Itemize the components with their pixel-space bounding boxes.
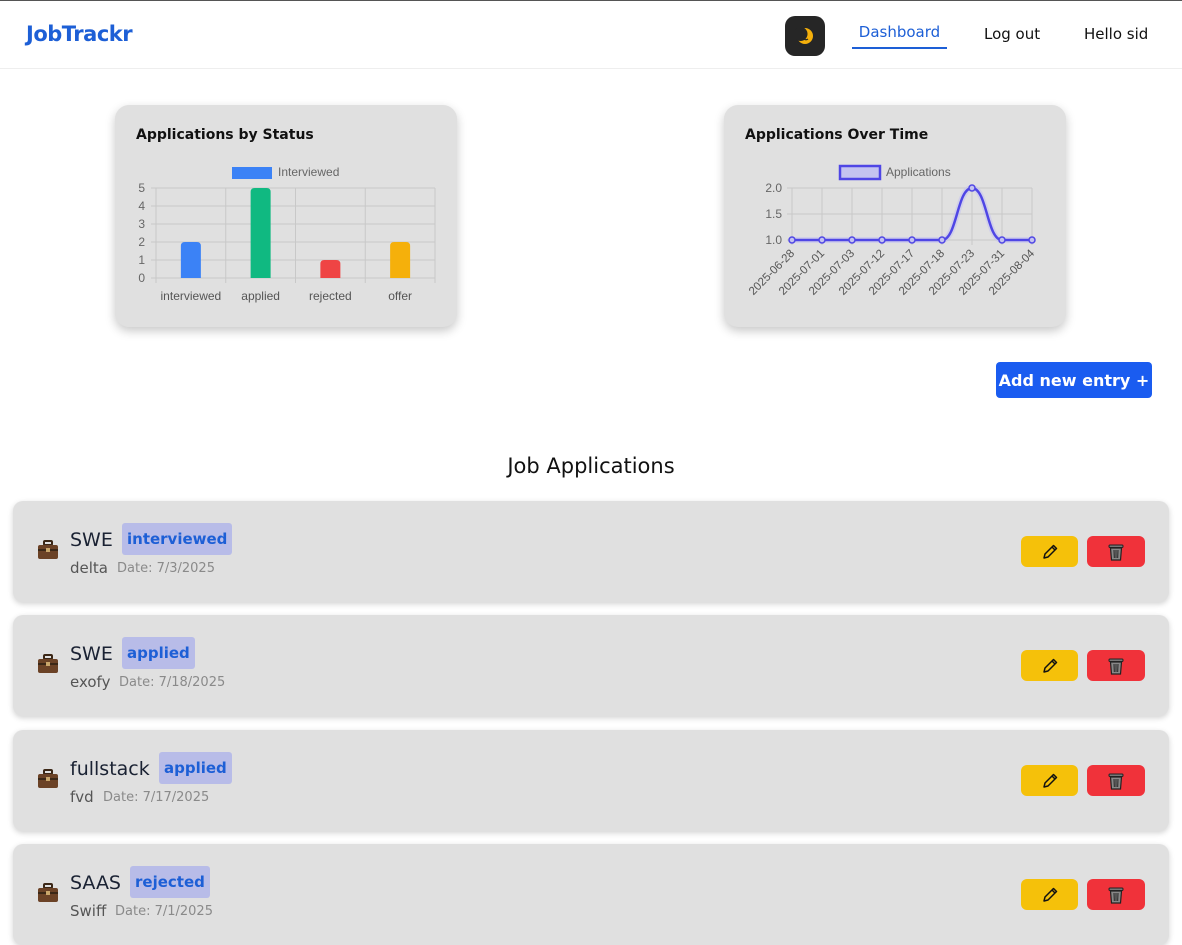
job-date: Date: 7/17/2025 <box>103 790 209 805</box>
delete-button[interactable] <box>1087 650 1145 681</box>
x-tick-label: interviewed <box>161 289 222 303</box>
job-company: fvd <box>70 788 94 806</box>
status-chart-card: Applications by Status Interviewed012345… <box>115 105 457 327</box>
x-tick-label: offer <box>388 289 412 303</box>
bar-applied <box>251 188 271 278</box>
edit-button[interactable] <box>1021 536 1078 567</box>
y-tick-label: 2 <box>138 235 145 249</box>
data-point <box>1029 237 1035 243</box>
briefcase-icon <box>37 654 59 674</box>
edit-button[interactable] <box>1021 650 1078 681</box>
job-title: SWE <box>70 643 113 665</box>
job-date: Date: 7/18/2025 <box>119 675 225 690</box>
data-point <box>849 237 855 243</box>
job-title: SWE <box>70 529 113 551</box>
pencil-icon <box>1041 657 1059 675</box>
legend-label: Interviewed <box>278 165 339 179</box>
x-tick-label: applied <box>241 289 280 303</box>
job-card: SWE interviewed delta Date: 7/3/2025 <box>13 501 1169 602</box>
y-tick-label: 1.5 <box>765 207 782 221</box>
edit-button[interactable] <box>1021 879 1078 910</box>
pencil-icon <box>1041 886 1059 904</box>
data-point <box>939 237 945 243</box>
x-tick-label: rejected <box>309 289 352 303</box>
job-title: SAAS <box>70 872 121 894</box>
status-badge: applied <box>122 637 195 669</box>
job-title: fullstack <box>70 758 150 780</box>
briefcase-icon <box>37 883 59 903</box>
pencil-icon <box>1041 772 1059 790</box>
time-line-chart: Applications1.01.52.02025-06-282025-07-0… <box>724 105 1066 327</box>
job-company: exofy <box>70 673 110 691</box>
y-tick-label: 4 <box>138 199 145 213</box>
bar-rejected <box>320 260 340 278</box>
job-card: SAAS rejected Swiff Date: 7/1/2025 <box>13 844 1169 945</box>
y-tick-label: 0 <box>138 271 145 285</box>
legend-label: Applications <box>886 165 951 179</box>
data-point <box>819 237 825 243</box>
status-badge: applied <box>159 752 232 784</box>
data-point <box>969 185 975 191</box>
trash-icon <box>1107 885 1125 905</box>
delete-button[interactable] <box>1087 765 1145 796</box>
delete-button[interactable] <box>1087 536 1145 567</box>
delete-button[interactable] <box>1087 879 1145 910</box>
user-greeting: Hello sid <box>1084 25 1148 43</box>
status-badge: rejected <box>130 866 210 898</box>
trash-icon <box>1107 656 1125 676</box>
status-bar-chart: Interviewed 0 1 2 3 4 5 interviewed applied rejec… <box>115 105 457 327</box>
data-point <box>789 237 795 243</box>
job-applications-heading: Job Applications <box>0 454 1182 478</box>
job-date: Date: 7/3/2025 <box>117 561 215 576</box>
y-tick-label: 3 <box>138 217 145 231</box>
job-date: Date: 7/1/2025 <box>115 904 213 919</box>
moon-icon <box>794 25 816 47</box>
job-company: delta <box>70 559 108 577</box>
theme-toggle-button[interactable] <box>785 16 825 56</box>
y-tick-label: 1.0 <box>765 233 782 247</box>
job-card: SWE applied exofy Date: 7/18/2025 <box>13 615 1169 716</box>
y-tick-label: 5 <box>138 181 145 195</box>
trash-icon <box>1107 771 1125 791</box>
briefcase-icon <box>37 769 59 789</box>
y-tick-label: 2.0 <box>765 181 782 195</box>
job-card: fullstack applied fvd Date: 7/17/2025 <box>13 730 1169 831</box>
add-new-entry-button[interactable]: Add new entry + <box>996 362 1152 398</box>
bar-offer <box>390 242 410 278</box>
nav-logout-link[interactable]: Log out <box>984 25 1040 43</box>
status-badge: interviewed <box>122 523 232 555</box>
bar-interviewed <box>181 242 201 278</box>
legend-swatch <box>840 166 880 179</box>
data-point <box>879 237 885 243</box>
nav-dashboard-link[interactable]: Dashboard <box>852 23 947 49</box>
top-navbar: JobTrackr Dashboard Log out Hello sid <box>0 1 1182 69</box>
briefcase-icon <box>37 540 59 560</box>
data-point <box>909 237 915 243</box>
edit-button[interactable] <box>1021 765 1078 796</box>
data-point <box>999 237 1005 243</box>
y-tick-label: 1 <box>138 253 145 267</box>
trash-icon <box>1107 542 1125 562</box>
pencil-icon <box>1041 543 1059 561</box>
time-chart-card: Applications Over Time Applications1.01.… <box>724 105 1066 327</box>
brand-logo[interactable]: JobTrackr <box>26 22 132 46</box>
job-company: Swiff <box>70 902 106 920</box>
legend-swatch <box>232 167 272 179</box>
